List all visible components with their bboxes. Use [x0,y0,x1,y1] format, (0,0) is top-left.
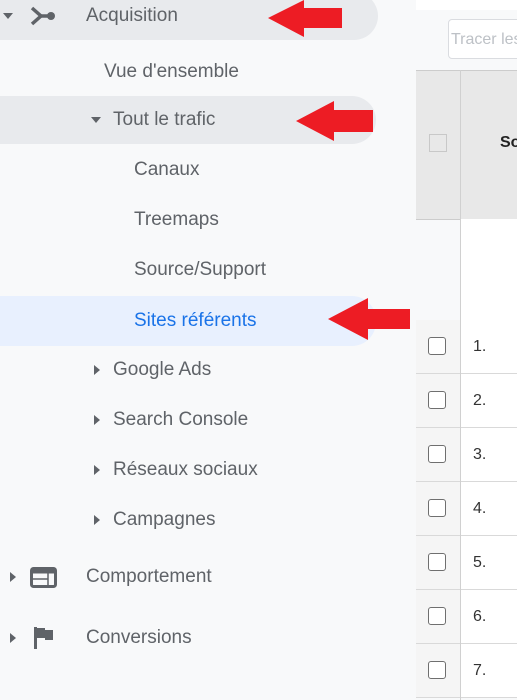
checkbox-cell [416,320,460,373]
annotation-arrow-icon [328,298,410,340]
caret-right-icon [10,572,16,582]
checkbox-cell [416,644,460,697]
report-panel: Tracer les So 1. 2. 3. 4. 5. 6. 7. [416,0,517,700]
top-bar [416,0,517,10]
annotation-arrow-icon [296,101,373,141]
nav-label-vue-ensemble: Vue d'ensemble [104,61,239,82]
nav-item-vue-ensemble[interactable]: Vue d'ensemble [0,48,378,96]
table-row: 4. [416,482,517,536]
row-number: 1. [461,320,517,373]
nav-label-tout-le-trafic: Tout le trafic [113,109,216,130]
nav-label-search-console: Search Console [113,409,249,430]
row-number: 4. [461,482,517,535]
caret-right-icon [94,465,100,475]
table-row: 5. [416,536,517,590]
nav-label-comportement: Comportement [86,566,212,587]
select-all-checkbox[interactable] [429,134,447,152]
checkbox-cell [416,428,460,481]
nav-label-reseaux-sociaux: Réseaux sociaux [113,459,258,480]
row-checkbox[interactable] [428,337,446,355]
nav-item-campagnes[interactable]: Campagnes [0,496,378,544]
caret-right-icon [10,633,16,643]
caret-right-icon [94,415,100,425]
nav-label-sites-referents: Sites référents [134,310,257,331]
row-number: 3. [461,428,517,481]
nav-label-google-ads: Google Ads [113,359,212,380]
nav-label-treemaps: Treemaps [134,209,219,230]
row-number: 6. [461,590,517,643]
nav-item-source-support[interactable]: Source/Support [0,246,378,294]
table-row: 7. [416,644,517,698]
column-divider [460,70,461,700]
nav-item-google-ads[interactable]: Google Ads [0,346,378,394]
row-checkbox[interactable] [428,391,446,409]
checkbox-cell [416,482,460,535]
nav-item-conversions[interactable]: Conversions [0,614,378,662]
row-number: 2. [461,374,517,427]
nav-label-canaux: Canaux [134,159,200,180]
nav-label-campagnes: Campagnes [113,509,216,530]
annotation-arrow-icon [268,0,342,37]
row-checkbox[interactable] [428,607,446,625]
caret-down-icon [3,13,13,19]
nav-item-canaux[interactable]: Canaux [0,146,378,194]
checkbox-cell [416,374,460,427]
nav-item-search-console[interactable]: Search Console [0,396,378,444]
table-summary-row [461,219,517,320]
behavior-icon [30,567,57,588]
nav-item-reseaux-sociaux[interactable]: Réseaux sociaux [0,446,378,494]
table-row: 2. [416,374,517,428]
nav-label-acquisition: Acquisition [86,5,178,26]
row-checkbox[interactable] [428,661,446,679]
table-row: 1. [416,320,517,374]
trace-rows-button[interactable]: Tracer les [448,19,517,59]
caret-right-icon [94,365,100,375]
row-checkbox[interactable] [428,553,446,571]
nav-label-source-support: Source/Support [134,259,267,280]
caret-right-icon [94,515,100,525]
row-number: 5. [461,536,517,589]
row-checkbox[interactable] [428,499,446,517]
row-checkbox[interactable] [428,445,446,463]
nav-item-treemaps[interactable]: Treemaps [0,196,378,244]
nav-item-sites-referents[interactable]: Sites référents [0,296,376,346]
table-row: 6. [416,590,517,644]
table-row: 3. [416,428,517,482]
flag-icon [34,627,53,649]
row-number: 7. [461,644,517,697]
checkbox-cell [416,590,460,643]
nav-item-comportement[interactable]: Comportement [0,553,378,601]
caret-down-icon [91,117,101,123]
nav-label-conversions: Conversions [86,627,192,648]
acquisition-branch-icon [30,6,55,26]
column-header-source[interactable]: So [500,134,517,152]
checkbox-cell [416,536,460,589]
